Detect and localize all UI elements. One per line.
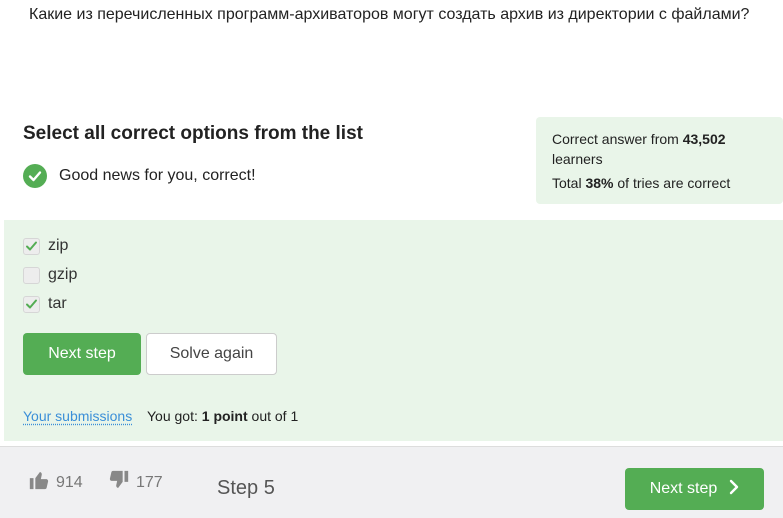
next-step-button[interactable]: Next step xyxy=(23,333,141,375)
option-zip[interactable]: zip xyxy=(23,237,68,255)
score-text: You got: 1 point out of 1 xyxy=(147,408,298,424)
footer-next-step-button[interactable]: Next step xyxy=(625,468,764,510)
stats-total: Total 38% of tries are correct xyxy=(552,173,767,193)
option-label: zip xyxy=(48,237,69,254)
option-tar[interactable]: tar xyxy=(23,295,67,313)
stats-panel: Correct answer from 43,502 learners Tota… xyxy=(536,117,783,204)
step-footer: 914 177 Step 5 Next step xyxy=(0,446,783,518)
dislike-button[interactable]: 177 xyxy=(108,469,163,496)
option-label: tar xyxy=(48,295,67,312)
step-indicator: Step 5 xyxy=(217,477,275,500)
checkbox-unchecked-icon[interactable] xyxy=(23,266,40,284)
stats-learners: Correct answer from 43,502 learners xyxy=(552,129,767,169)
footer-next-label: Next step xyxy=(649,480,718,497)
step-number: 5 xyxy=(263,477,275,499)
dislikes-count: 177 xyxy=(136,473,163,491)
score-suffix: out of 1 xyxy=(251,408,299,424)
solve-again-button[interactable]: Solve again xyxy=(146,333,277,375)
total-suffix: of tries are correct xyxy=(617,175,731,191)
like-button[interactable]: 914 xyxy=(28,469,83,496)
check-circle-icon xyxy=(23,164,47,188)
result-title: Select all correct options from the list xyxy=(23,123,363,144)
checkbox-checked-icon[interactable] xyxy=(23,295,40,313)
correct-message: Good news for you, correct! xyxy=(59,167,256,184)
options-panel: zip gzip tar Next step Solve again Your … xyxy=(4,220,783,441)
correct-percent: 38% xyxy=(585,175,614,191)
your-submissions-link[interactable]: Your submissions xyxy=(23,408,132,424)
score-prefix: You got: xyxy=(147,408,198,424)
option-gzip[interactable]: gzip xyxy=(23,266,77,284)
learners-label: learners xyxy=(552,151,603,167)
checkbox-checked-icon[interactable] xyxy=(23,237,40,255)
question-text: Какие из перечисленных программ-архивато… xyxy=(29,6,750,23)
chevron-right-icon xyxy=(729,479,739,500)
likes-count: 914 xyxy=(56,473,83,491)
thumbs-down-icon xyxy=(108,469,130,496)
correct-feedback: Good news for you, correct! xyxy=(23,164,256,188)
step-word: Step xyxy=(217,477,259,499)
stats-prefix: Correct answer from xyxy=(552,131,679,147)
thumbs-up-icon xyxy=(28,469,50,496)
learners-count: 43,502 xyxy=(682,131,726,147)
total-prefix: Total xyxy=(552,175,582,191)
score-points: 1 point xyxy=(201,408,248,424)
option-label: gzip xyxy=(48,266,78,283)
